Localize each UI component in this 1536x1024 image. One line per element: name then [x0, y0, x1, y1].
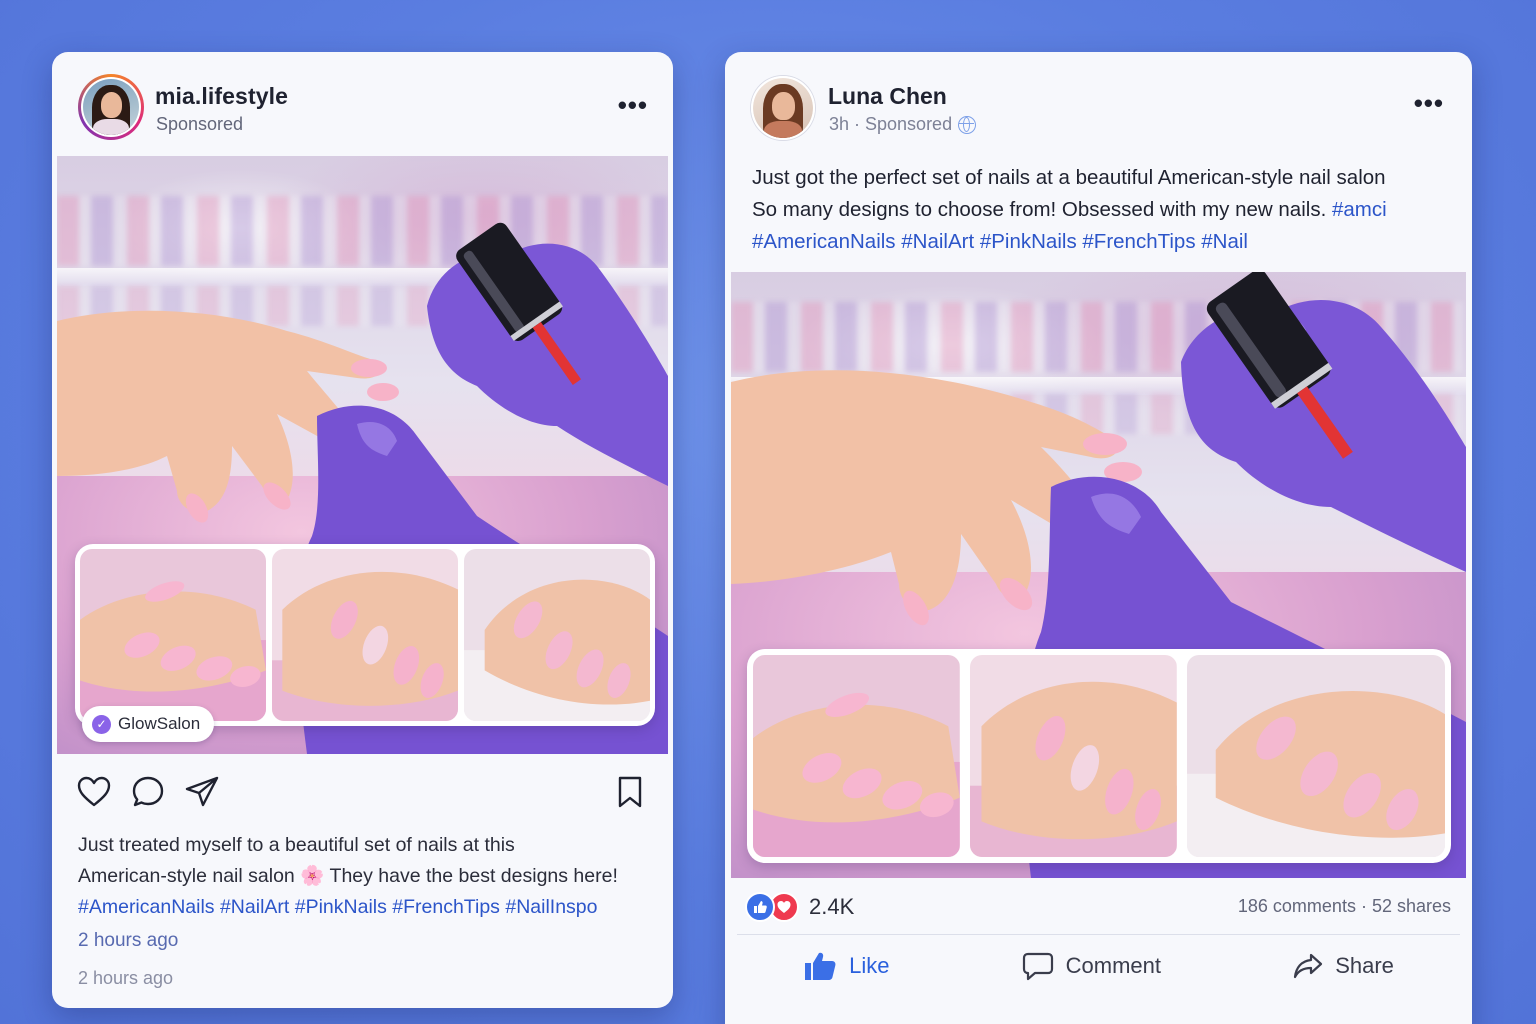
like-reaction-icon[interactable] — [745, 892, 775, 922]
author-name[interactable]: Luna Chen — [828, 83, 947, 110]
caption-line: American-style nail salon 🌸 They have th… — [78, 861, 658, 892]
nail-design-image — [753, 655, 960, 857]
post-text-line: Just got the perfect set of nails at a b… — [752, 166, 1386, 189]
post-meta: 3h · Sponsored — [829, 114, 977, 135]
thumbs-up-icon — [805, 952, 836, 980]
comment-label: Comment — [1065, 953, 1161, 978]
share-arrow-icon — [1294, 953, 1323, 979]
shop-tag[interactable]: ✓ GlowSalon — [82, 706, 215, 742]
divider — [737, 934, 1460, 935]
username[interactable]: mia.lifestyle — [155, 83, 288, 110]
comment-bubble-icon — [1022, 952, 1053, 981]
hashtags[interactable]: #AmericanNails #NailArt #PinkNails #Fren… — [78, 892, 658, 923]
verified-check-icon: ✓ — [92, 714, 111, 734]
nail-design-image — [80, 549, 266, 721]
more-options-icon[interactable]: ••• — [618, 92, 648, 118]
post-timestamp[interactable]: 2 hours ago — [78, 930, 178, 952]
nail-design-image — [272, 549, 458, 721]
avatar[interactable] — [751, 76, 815, 140]
avatar[interactable] — [78, 74, 144, 140]
caption-text: American-style nail salon — [78, 865, 301, 887]
facebook-post-card: Luna Chen 3h · Sponsored ••• Just got th… — [725, 52, 1472, 1024]
post-timestamp-secondary: 2 hours ago — [78, 968, 174, 988]
post-caption: Just treated myself to a beautiful set o… — [78, 830, 658, 923]
nail-design-image — [464, 549, 650, 721]
nail-design-thumbnail[interactable] — [272, 549, 458, 721]
post-text-line: So many designs to choose from! Obsessed… — [752, 194, 1457, 226]
reaction-count[interactable]: 2.4K — [809, 894, 854, 920]
like-button[interactable]: Like — [803, 950, 889, 982]
post-image[interactable] — [731, 272, 1466, 878]
sponsored-label: Sponsored — [156, 114, 244, 134]
nail-design-image — [1186, 655, 1445, 857]
hashtags[interactable]: #AmericanNails #NailArt #PinkNails #Fren… — [752, 226, 1457, 258]
like-label: Like — [849, 953, 890, 978]
caption-text: They have the best designs here! — [324, 865, 618, 887]
post-action-bar: Like Comment Share — [737, 944, 1460, 988]
comments-shares-count[interactable]: 186 comments · 52 shares — [1238, 896, 1451, 917]
post-header: mia.lifestyle Sponsored ••• — [78, 74, 648, 140]
share-button[interactable]: Share — [1293, 952, 1394, 980]
nail-design-thumbnail[interactable] — [80, 549, 266, 721]
post-image[interactable] — [57, 156, 668, 754]
hashtag[interactable]: #amci — [1332, 198, 1387, 221]
post-time-sponsored: 3h · Sponsored — [829, 114, 953, 134]
post-actions — [76, 774, 648, 812]
nail-design-thumbnail[interactable] — [753, 655, 960, 857]
flower-emoji: 🌸 — [300, 865, 325, 887]
shop-tag-label: GlowSalon — [118, 714, 201, 733]
more-options-icon[interactable]: ••• — [1414, 90, 1444, 116]
nail-design-thumbnail[interactable] — [1186, 655, 1445, 857]
post-text-segment: So many designs to choose from! Obsessed… — [752, 198, 1332, 221]
post-text: Just got the perfect set of nails at a b… — [752, 162, 1457, 258]
comment-icon[interactable] — [130, 774, 166, 810]
comment-button[interactable]: Comment — [1022, 951, 1161, 981]
nail-design-image — [969, 655, 1177, 857]
globe-icon — [958, 115, 977, 134]
send-icon[interactable] — [184, 774, 220, 810]
caption-line: Just treated myself to a beautiful set o… — [78, 834, 515, 856]
nail-design-thumbnail[interactable] — [969, 655, 1177, 857]
heart-icon[interactable] — [76, 774, 112, 810]
bookmark-icon[interactable] — [612, 774, 648, 810]
design-thumbnails — [75, 544, 655, 726]
design-thumbnails — [747, 649, 1451, 863]
share-label: Share — [1335, 953, 1394, 978]
instagram-post-card: mia.lifestyle Sponsored ••• ✓ GlowSalon … — [52, 52, 673, 1008]
nail-design-thumbnail[interactable] — [464, 549, 650, 721]
reactions-bar: 2.4K 186 comments · 52 shares — [745, 890, 1451, 926]
